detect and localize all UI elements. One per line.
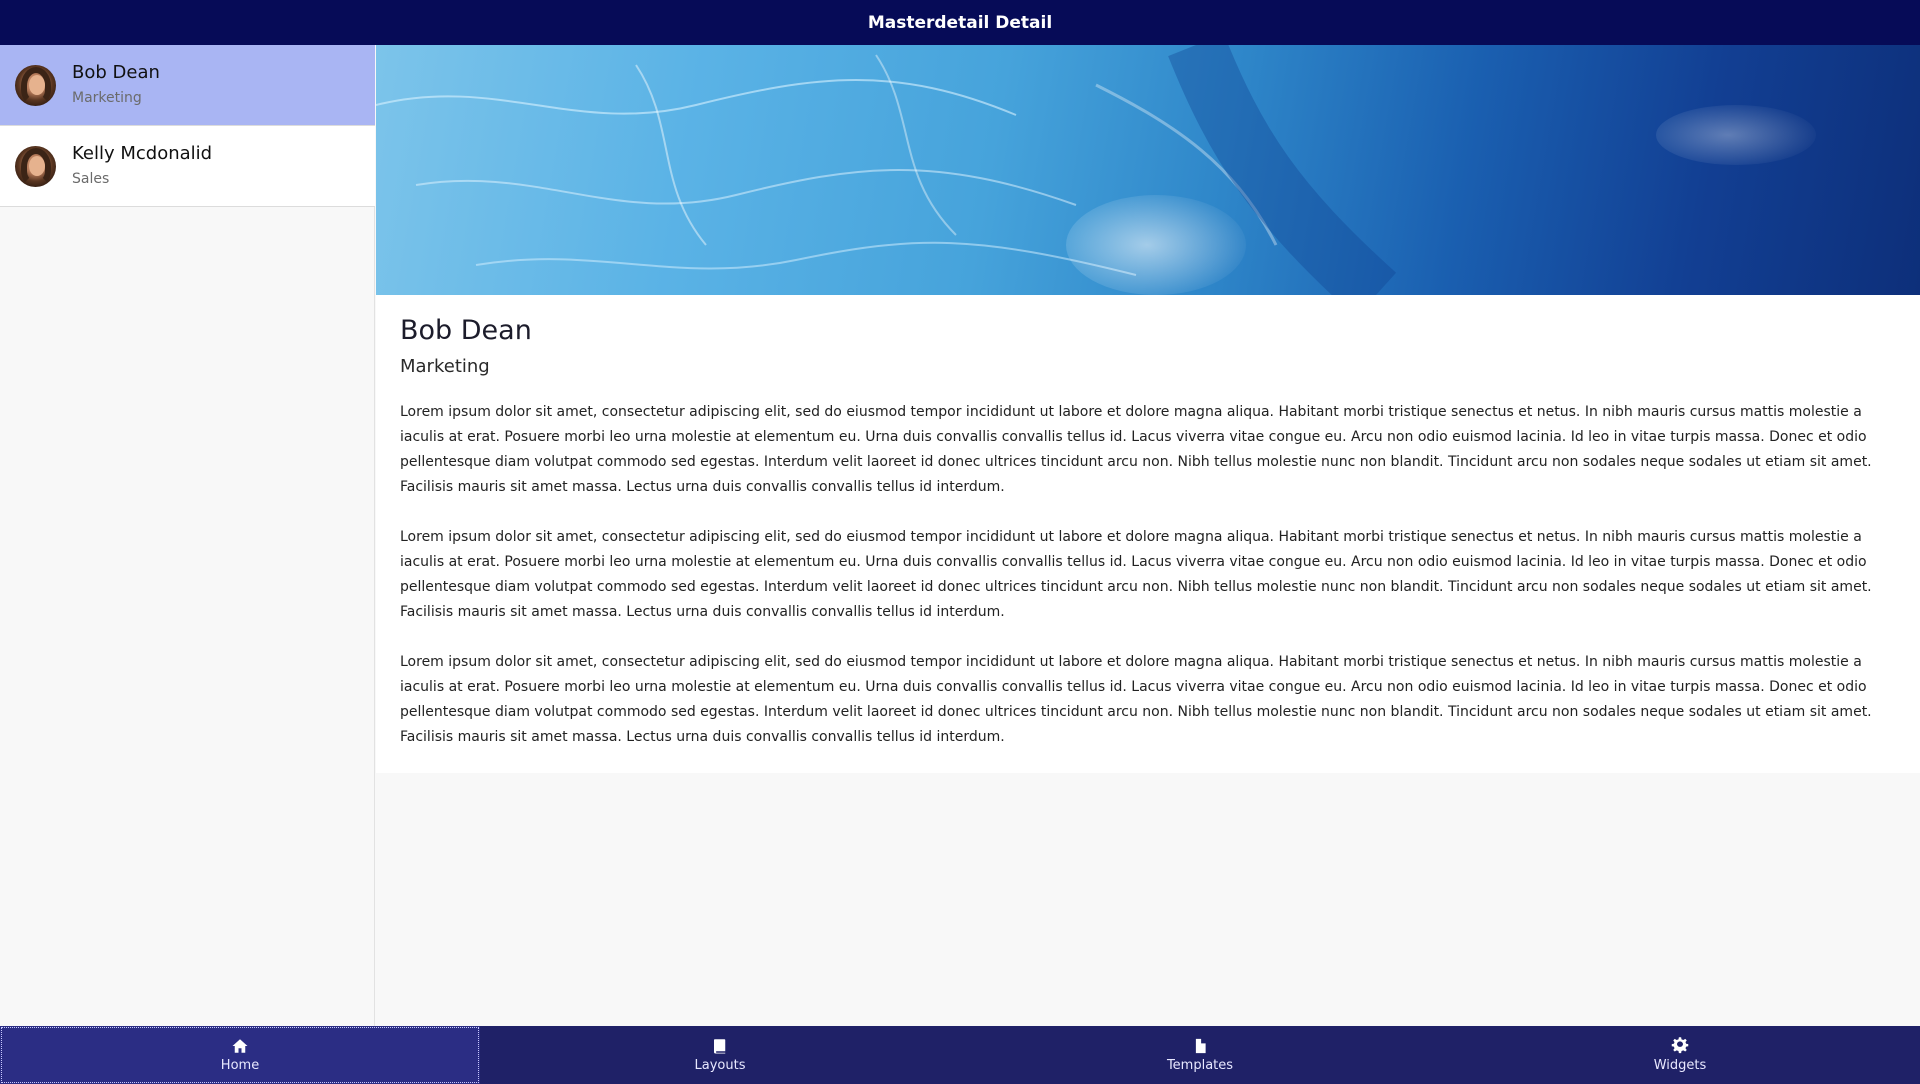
- master-item-department: Sales: [72, 171, 110, 187]
- detail-pane: Bob Dean Marketing Lorem ipsum dolor sit…: [376, 45, 1920, 773]
- file-icon: [1195, 1038, 1207, 1054]
- tab-templates[interactable]: Templates: [960, 1026, 1440, 1084]
- avatar: [15, 65, 56, 106]
- bottom-tab-bar: Home Layouts Templates Widgets: [0, 1026, 1920, 1084]
- tab-label: Layouts: [694, 1058, 746, 1073]
- top-app-bar: Masterdetail Detail: [0, 0, 1920, 45]
- water-image: [376, 45, 1816, 295]
- detail-paragraph: Lorem ipsum dolor sit amet, consectetur …: [400, 529, 1872, 620]
- avatar: [15, 146, 56, 187]
- tab-label: Home: [220, 1058, 260, 1073]
- detail-body: Lorem ipsum dolor sit amet, consectetur …: [400, 400, 1900, 775]
- tab-label: Widgets: [1653, 1058, 1707, 1073]
- detail-paragraph: Lorem ipsum dolor sit amet, consectetur …: [400, 404, 1872, 495]
- detail-name: Bob Dean: [400, 315, 532, 346]
- detail-department: Marketing: [400, 356, 490, 377]
- master-item-name: Kelly Mcdonalid: [72, 143, 213, 164]
- tab-home[interactable]: Home: [0, 1026, 480, 1084]
- master-item-department: Marketing: [72, 90, 142, 106]
- tab-widgets[interactable]: Widgets: [1440, 1026, 1920, 1084]
- tab-label: Templates: [1166, 1058, 1234, 1073]
- tab-layouts[interactable]: Layouts: [480, 1026, 960, 1084]
- master-list-item-kelly-mcdonalid[interactable]: Kelly Mcdonalid Sales: [0, 126, 375, 207]
- gear-icon: [1671, 1037, 1689, 1054]
- hero-image: [376, 45, 1920, 295]
- master-item-name: Bob Dean: [72, 62, 160, 83]
- book-icon: [714, 1039, 726, 1054]
- detail-paragraph: Lorem ipsum dolor sit amet, consectetur …: [400, 654, 1872, 745]
- page-title: Masterdetail Detail: [867, 12, 1053, 33]
- master-list-item-bob-dean[interactable]: Bob Dean Marketing: [0, 45, 375, 126]
- home-icon: [232, 1039, 248, 1053]
- master-list: Bob Dean Marketing Kelly Mcdonalid Sales: [0, 45, 375, 1026]
